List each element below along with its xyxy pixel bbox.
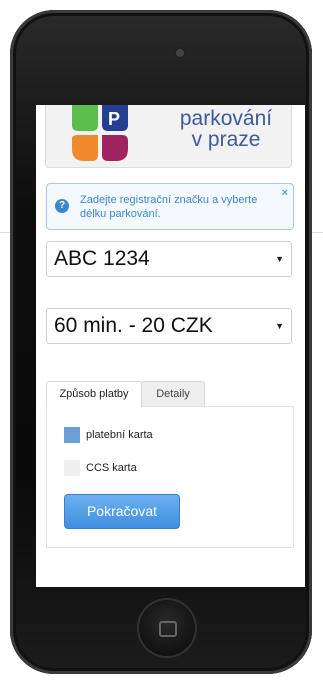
- continue-button[interactable]: Pokračovat: [64, 494, 180, 529]
- parking-logo-icon: P: [72, 105, 128, 161]
- logo-line-1: parkování: [179, 107, 273, 130]
- info-alert: ? Zadejte registrační značku a vyberte d…: [46, 183, 294, 230]
- chevron-down-icon: ▼: [275, 254, 284, 264]
- payment-option-card-label: platební karta: [86, 429, 153, 441]
- home-square-icon: [159, 621, 177, 637]
- radio-swatch-selected: [64, 427, 80, 443]
- chevron-down-icon: ▼: [275, 321, 284, 331]
- payment-option-ccs-label: CCS karta: [86, 462, 137, 474]
- phone-screen: P parkování v praze ? Zadejte registračn…: [36, 105, 305, 587]
- tab-payment-method[interactable]: Způsob platby: [46, 381, 142, 408]
- home-button[interactable]: [139, 600, 195, 656]
- license-plate-select[interactable]: ABC 1234 ▼: [46, 241, 292, 277]
- tab-details[interactable]: Detaily: [141, 381, 205, 408]
- radio-swatch: [64, 460, 80, 476]
- license-plate-value: ABC 1234: [54, 247, 150, 270]
- duration-select[interactable]: 60 min. - 20 CZK ▼: [46, 308, 292, 344]
- app-frame: P parkování v praze ? Zadejte registračn…: [0, 0, 323, 680]
- question-circle-icon: ?: [55, 199, 69, 213]
- alert-close-button[interactable]: ×: [282, 187, 288, 199]
- logo-letter: P: [108, 109, 120, 129]
- logo-banner: P parkování v praze: [45, 105, 292, 168]
- alert-message: Zadejte registrační značku a vyberte dél…: [80, 194, 258, 220]
- camera-icon: [176, 49, 184, 57]
- logo-text: parkování v praze: [166, 108, 286, 150]
- duration-value: 60 min. - 20 CZK: [54, 314, 213, 337]
- payment-panel: platební karta CCS karta Pokračovat: [46, 406, 294, 548]
- logo-line-2: v praze: [191, 128, 261, 151]
- payment-tabs: Způsob platby Detaily: [46, 381, 292, 408]
